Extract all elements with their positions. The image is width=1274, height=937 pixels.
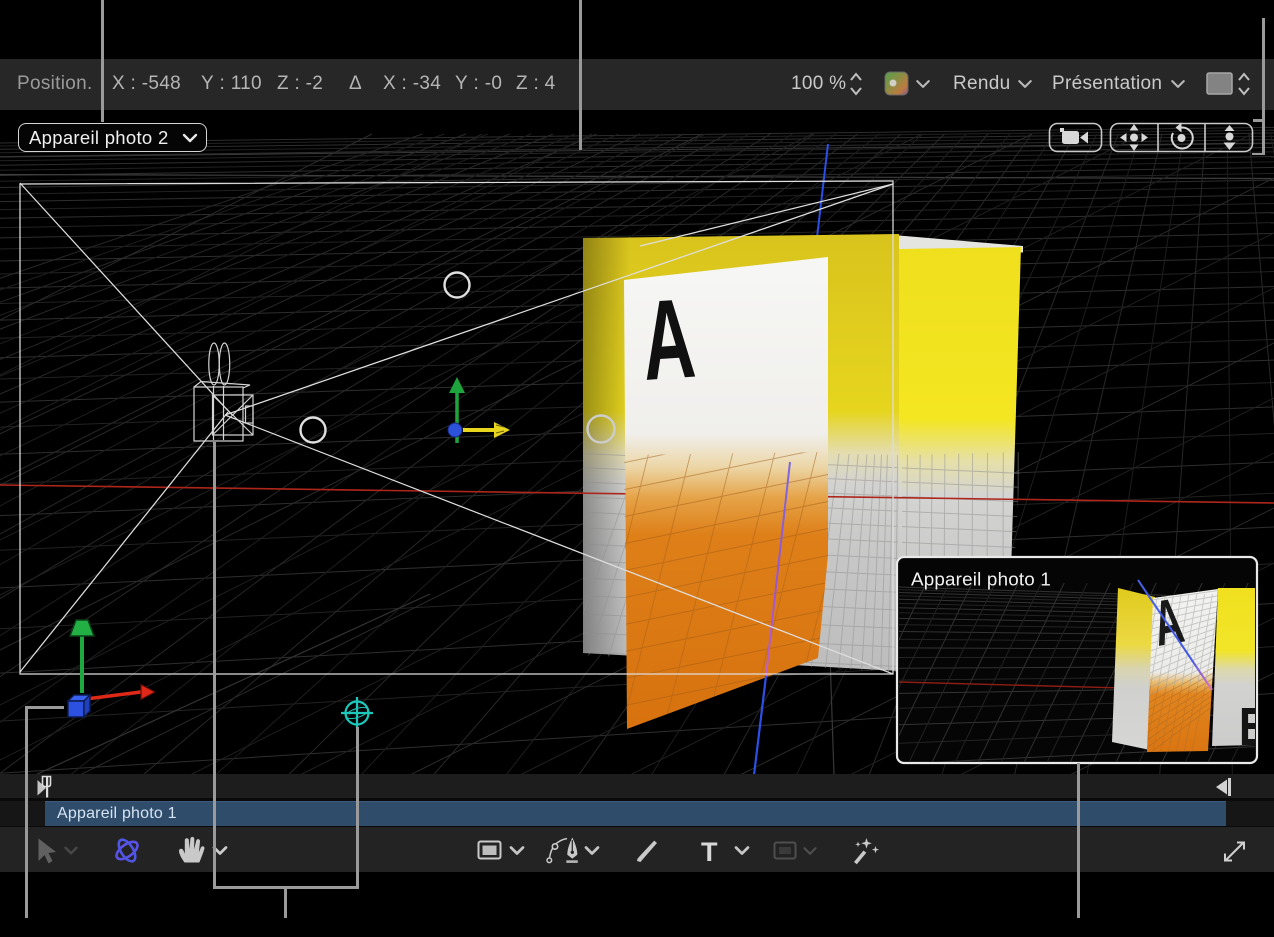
svg-text:T: T bbox=[701, 837, 718, 867]
